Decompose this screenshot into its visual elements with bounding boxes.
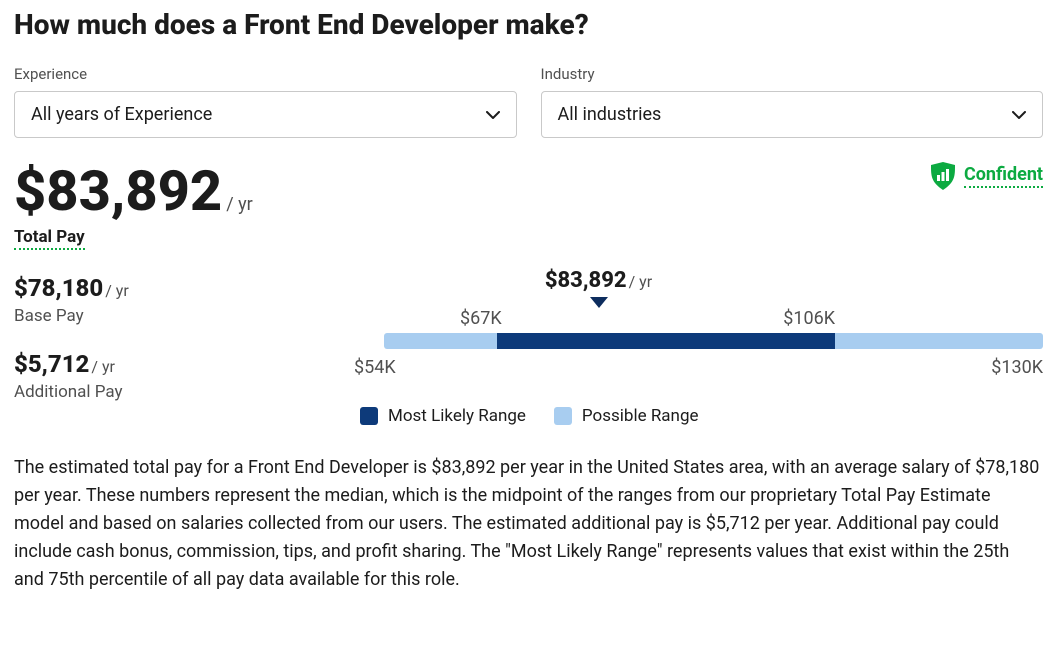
chart-marker-suffix: / yr [629,272,653,291]
base-pay-suffix: / yr [105,281,129,300]
industry-filter-label: Industry [541,65,1044,83]
experience-select-value: All years of Experience [31,104,212,125]
industry-select-value: All industries [558,104,662,125]
additional-pay-amount: $5,712 [14,350,89,378]
likely-range-min: $67K [460,308,502,329]
marker-arrow-icon [590,297,608,308]
industry-select[interactable]: All industries [541,91,1044,138]
likely-range-max: $106K [783,308,835,329]
additional-pay-label: Additional Pay [14,382,354,402]
chart-marker-amount: $83,892 [545,268,627,293]
shield-bars-icon [930,162,956,190]
legend-label-likely: Most Likely Range [388,406,526,426]
industry-filter: Industry All industries [541,65,1044,138]
base-pay-label: Base Pay [14,306,354,326]
experience-filter: Experience All years of Experience [14,65,517,138]
likely-range-bar [497,333,835,349]
confidence-text: Confident [964,164,1043,188]
possible-range-min: $54K [354,357,396,378]
salary-range-chart: $83,892/ yr $67K $106K $54K $130K Most L… [354,268,1043,426]
legend-label-possible: Possible Range [582,406,699,426]
legend-swatch-light [554,407,572,425]
confidence-badge[interactable]: Confident [930,162,1043,190]
description-text: The estimated total pay for a Front End … [14,454,1043,593]
chevron-down-icon [486,111,500,119]
experience-select[interactable]: All years of Experience [14,91,517,138]
chart-legend: Most Likely Range Possible Range [360,406,1043,426]
range-bar [384,333,1043,349]
legend-item-possible: Possible Range [554,406,699,426]
page-title: How much does a Front End Developer make… [14,8,1043,41]
experience-filter-label: Experience [14,65,517,83]
total-pay-label[interactable]: Total Pay [14,227,85,250]
chevron-down-icon [1012,111,1026,119]
total-pay-suffix: / yr [226,194,253,215]
total-pay-amount: $83,892 [14,162,222,221]
possible-range-max: $130K [991,357,1043,378]
additional-pay-suffix: / yr [91,357,115,376]
legend-item-likely: Most Likely Range [360,406,526,426]
base-pay-amount: $78,180 [14,274,103,302]
filters-row: Experience All years of Experience Indus… [14,65,1043,138]
legend-swatch-dark [360,407,378,425]
